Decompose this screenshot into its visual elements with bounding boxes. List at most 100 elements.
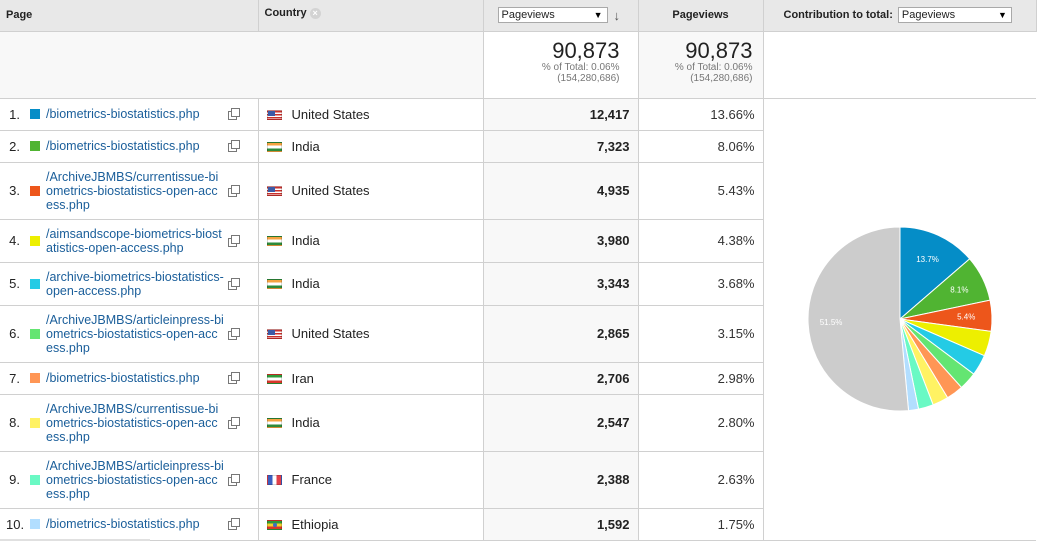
pageviews-value: 12,417	[482, 97, 639, 131]
percent-value: 3.15%	[637, 304, 764, 363]
flag-in-icon	[266, 236, 282, 247]
row-rank: 3.	[9, 183, 20, 198]
column-header-pageviews[interactable]: Pageviews	[637, 0, 764, 32]
pageviews-value: 4,935	[482, 161, 639, 220]
country-name: India	[291, 276, 320, 292]
contribution-select-value: Pageviews	[901, 9, 956, 22]
total-percent: % of Total: 0.06%	[674, 61, 753, 73]
country-name: Iran	[291, 371, 314, 387]
page-link[interactable]: /biometrics-biostatistics.php	[46, 139, 224, 153]
pageviews-value: 2,547	[482, 393, 639, 452]
series-color-swatch	[30, 328, 40, 339]
open-external-icon[interactable]	[228, 372, 240, 384]
open-external-icon[interactable]	[228, 277, 240, 290]
row-rank: 7.	[9, 370, 20, 386]
flag-in-icon	[266, 141, 282, 152]
column-header-country[interactable]: Country ×	[257, 0, 484, 32]
percent-value: 8.06%	[637, 129, 764, 163]
page-link[interactable]: /ArchiveJBMBS/articleinpress-biometrics-…	[46, 459, 224, 501]
open-external-icon[interactable]	[228, 140, 240, 152]
metric-select[interactable]: Pageviews ▼	[497, 7, 608, 24]
page-link[interactable]: /aimsandscope-biometrics-biostatistics-o…	[46, 227, 224, 255]
row-rank: 10.	[6, 516, 25, 532]
open-external-icon[interactable]	[228, 327, 240, 340]
page-link[interactable]: /biometrics-biostatistics.php	[46, 107, 224, 121]
table-row: 1. /biometrics-biostatistics.php United St…	[0, 97, 1036, 541]
country-name: United States	[291, 107, 370, 123]
row-rank: 6.	[9, 326, 20, 341]
dropdown-arrow-icon: ▼	[998, 10, 1007, 21]
open-external-icon[interactable]	[228, 234, 240, 247]
open-external-icon[interactable]	[228, 108, 240, 120]
pie-chart-cell: 13.7% 8.1% 5.4% 51.5%	[762, 97, 1036, 541]
report-table: Page Country × Pageviews ▼ ↓ Pageviews Co…	[0, 0, 1037, 541]
country-cell: Ethiopia	[257, 507, 484, 541]
totals-pageviews: 90,873 % of Total: 0.06% (154,280,686)	[482, 30, 639, 99]
page-link[interactable]: /biometrics-biostatistics.php	[46, 371, 224, 385]
flag-ir-icon	[266, 373, 282, 384]
page-link[interactable]: /ArchiveJBMBS/currentissue-biometrics-bi…	[46, 170, 224, 212]
percent-value: 13.66%	[637, 97, 764, 131]
open-external-icon[interactable]	[228, 184, 240, 197]
country-name: India	[291, 233, 320, 249]
dropdown-arrow-icon: ▼	[593, 10, 603, 21]
totals-pageviews-2: 90,873 % of Total: 0.06% (154,280,686)	[637, 30, 764, 99]
page-header-label: Page	[6, 9, 33, 22]
metric-select-value: Pageviews	[501, 9, 555, 22]
country-name: India	[291, 139, 320, 155]
pageviews-value: 7,323	[482, 129, 639, 163]
row-rank: 9.	[9, 472, 20, 487]
page-link[interactable]: /ArchiveJBMBS/articleinpress-biometrics-…	[46, 313, 224, 355]
country-cell: India	[257, 129, 484, 163]
country-cell: Iran	[257, 361, 484, 395]
open-external-icon[interactable]	[228, 473, 240, 486]
page-link[interactable]: /ArchiveJBMBS/currentissue-biometrics-bi…	[46, 402, 224, 444]
totals-row: 90,873 % of Total: 0.06% (154,280,686) 9…	[0, 30, 1036, 99]
percent-value: 5.43%	[637, 161, 764, 220]
country-name: Ethiopia	[291, 517, 339, 533]
flag-us-icon	[266, 186, 282, 197]
row-rank: 5.	[9, 276, 20, 291]
totals-blank	[0, 30, 258, 99]
contribution-pie-chart: 13.7% 8.1% 5.4% 51.5%	[807, 225, 992, 411]
series-color-swatch	[30, 235, 40, 246]
page-link[interactable]: /biometrics-biostatistics.php	[46, 517, 224, 531]
pageviews-value: 2,388	[482, 450, 639, 509]
series-color-swatch	[30, 141, 40, 151]
country-name: India	[291, 415, 320, 431]
percent-value: 2.63%	[637, 450, 764, 509]
pageviews-value: 3,980	[482, 218, 639, 263]
sort-descending-icon[interactable]: ↓	[614, 8, 621, 23]
series-color-swatch	[30, 373, 40, 383]
page-link[interactable]: /archive-biometrics-biostatistics-open-a…	[46, 270, 224, 298]
site-total: (154,280,686)	[557, 72, 620, 84]
pageviews-value: 3,343	[482, 261, 639, 306]
open-external-icon[interactable]	[228, 518, 240, 530]
page-cell: 10. /biometrics-biostatistics.php	[0, 507, 258, 541]
column-header-page[interactable]: Page	[0, 0, 259, 32]
page-cell: 6. /ArchiveJBMBS/articleinpress-biometric…	[0, 304, 258, 363]
column-header-contribution: Contribution to total: Pageviews ▼	[762, 0, 1037, 32]
total-pageviews-value: 90,873	[552, 37, 620, 63]
pie-data-label: 13.7%	[916, 254, 939, 263]
page-cell: 9. /ArchiveJBMBS/articleinpress-biometric…	[0, 450, 258, 509]
pageviews-header-label: Pageviews	[672, 9, 729, 22]
open-external-icon[interactable]	[228, 416, 240, 429]
series-color-swatch	[30, 278, 40, 289]
country-cell: India	[257, 393, 484, 452]
country-cell: India	[257, 218, 484, 263]
series-color-swatch	[30, 185, 40, 196]
flag-fr-icon	[266, 475, 282, 486]
total-percent: % of Total: 0.06%	[541, 61, 620, 73]
country-cell: India	[257, 261, 484, 306]
contribution-select[interactable]: Pageviews ▼	[897, 7, 1012, 24]
row-rank: 4.	[9, 233, 20, 248]
remove-dimension-icon[interactable]: ×	[309, 7, 321, 19]
row-rank: 8.	[9, 415, 20, 430]
flag-us-icon	[266, 109, 282, 120]
percent-value: 1.75%	[637, 507, 764, 541]
pageviews-value: 2,865	[482, 304, 639, 363]
pie-data-label: 5.4%	[957, 312, 975, 321]
percent-value: 3.68%	[637, 261, 764, 306]
country-cell: United States	[257, 97, 484, 131]
